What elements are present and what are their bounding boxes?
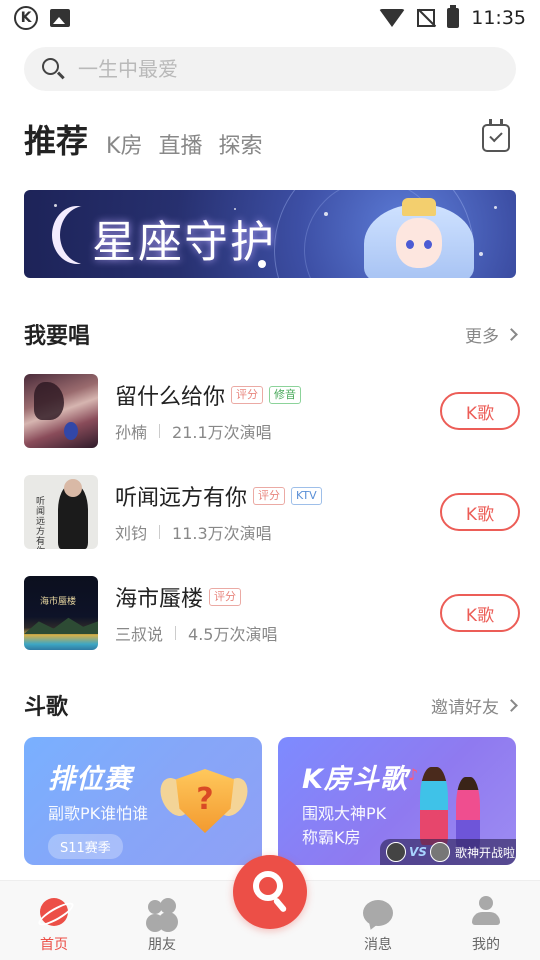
song-row[interactable]: 留什么给你 评分 修音 孙楠 21.1万次演唱 K歌 xyxy=(24,373,520,449)
user-icon xyxy=(471,896,501,926)
vs-label: VS xyxy=(409,845,427,859)
song-play-count: 21.1万次演唱 xyxy=(172,423,272,442)
promo-banner[interactable]: 星座守护 xyxy=(24,190,516,278)
nav-label: 朋友 xyxy=(148,937,176,953)
song-artist: 刘钧 xyxy=(115,524,148,543)
season-badge: S11赛季 xyxy=(48,834,123,859)
sing-mic-button[interactable] xyxy=(233,855,307,929)
k-song-button[interactable]: K歌 xyxy=(440,493,520,531)
more-link[interactable]: 更多 xyxy=(465,322,518,347)
avatar xyxy=(386,842,406,862)
chevron-right-icon xyxy=(505,327,518,341)
search-input[interactable] xyxy=(78,57,478,81)
song-row[interactable]: 听闻远方有你 听闻远方有你 评分 KTV 刘钧 11.3万次演唱 K歌 xyxy=(24,474,520,550)
song-title: 听闻远方有你 xyxy=(115,486,248,511)
planet-icon xyxy=(40,898,68,926)
invite-friends-link[interactable]: 邀请好友 xyxy=(431,693,518,718)
friends-icon xyxy=(146,898,178,926)
invite-label: 邀请好友 xyxy=(431,697,499,718)
nav-label: 我的 xyxy=(472,937,500,953)
song-row[interactable]: 海市蜃楼 海市蜃楼 评分 三叔说 4.5万次演唱 K歌 xyxy=(24,575,520,651)
tag-rating: 评分 xyxy=(231,386,264,404)
tag-ktv: KTV xyxy=(291,487,322,505)
vs-strip-text: 歌神开战啦 xyxy=(454,845,515,860)
tab-recommend[interactable]: 推荐 xyxy=(24,116,88,164)
chevron-right-icon xyxy=(505,698,518,712)
music-note-icon: ♪ xyxy=(408,765,419,784)
song-cover xyxy=(24,374,98,448)
search-bar[interactable] xyxy=(24,47,516,91)
k-song-button[interactable]: K歌 xyxy=(440,392,520,430)
tab-live[interactable]: 直播 xyxy=(158,128,202,164)
song-title: 海市蜃楼 xyxy=(115,587,204,612)
nav-home[interactable]: 首页 xyxy=(0,881,108,960)
ranked-match-card[interactable]: 排位赛 副歌PK谁怕谁 S11赛季 ? xyxy=(24,737,262,865)
tag-pitch-fix: 修音 xyxy=(269,386,302,404)
nav-friends[interactable]: 朋友 xyxy=(108,881,216,960)
more-label: 更多 xyxy=(465,326,499,347)
avatar xyxy=(429,842,450,862)
k-room-battle-card[interactable]: K房斗歌 围观大神PK 称霸K房 ♪ VS 歌神开战啦 xyxy=(278,737,516,865)
banner-page-indicator xyxy=(258,260,266,268)
song-title: 留什么给你 xyxy=(115,385,226,410)
tag-rating: 评分 xyxy=(209,588,242,606)
microphone-icon xyxy=(253,871,283,901)
sing-section-header: 我要唱 更多 xyxy=(24,318,518,350)
search-icon xyxy=(40,56,66,82)
tab-explore[interactable]: 探索 xyxy=(218,128,262,164)
nav-messages[interactable]: 消息 xyxy=(324,881,432,960)
vs-strip: VS 歌神开战啦 xyxy=(380,839,516,865)
nav-label: 首页 xyxy=(40,937,68,953)
tab-k-room[interactable]: K房 xyxy=(106,128,142,164)
wifi-icon xyxy=(379,9,406,27)
battle-section-header: 斗歌 邀请好友 xyxy=(24,689,518,721)
chat-bubble-icon xyxy=(363,900,393,926)
section-title-sing: 我要唱 xyxy=(24,324,91,349)
image-icon xyxy=(50,9,70,27)
tag-rating: 评分 xyxy=(253,487,286,505)
song-cover: 海市蜃楼 xyxy=(24,576,98,650)
banner-character-illustration xyxy=(364,194,474,278)
top-tabs: 推荐 K房 直播 探索 xyxy=(24,116,524,164)
song-artist: 三叔说 xyxy=(115,625,164,644)
nav-profile[interactable]: 我的 xyxy=(432,881,540,960)
status-time: 11:35 xyxy=(471,7,526,29)
calendar-check-icon[interactable] xyxy=(482,119,510,152)
status-bar: K 11:35 xyxy=(0,0,540,36)
nav-label: 消息 xyxy=(364,937,392,953)
banner-title: 星座守护 xyxy=(92,217,276,268)
signal-off-icon xyxy=(417,9,436,27)
song-play-count: 11.3万次演唱 xyxy=(172,524,272,543)
song-play-count: 4.5万次演唱 xyxy=(188,625,278,644)
section-title-battle: 斗歌 xyxy=(24,695,69,720)
k-app-icon: K xyxy=(14,6,38,30)
k-song-button[interactable]: K歌 xyxy=(440,594,520,632)
battery-charging-icon xyxy=(447,5,460,28)
song-artist: 孙楠 xyxy=(115,423,148,442)
song-cover: 听闻远方有你 xyxy=(24,475,98,549)
